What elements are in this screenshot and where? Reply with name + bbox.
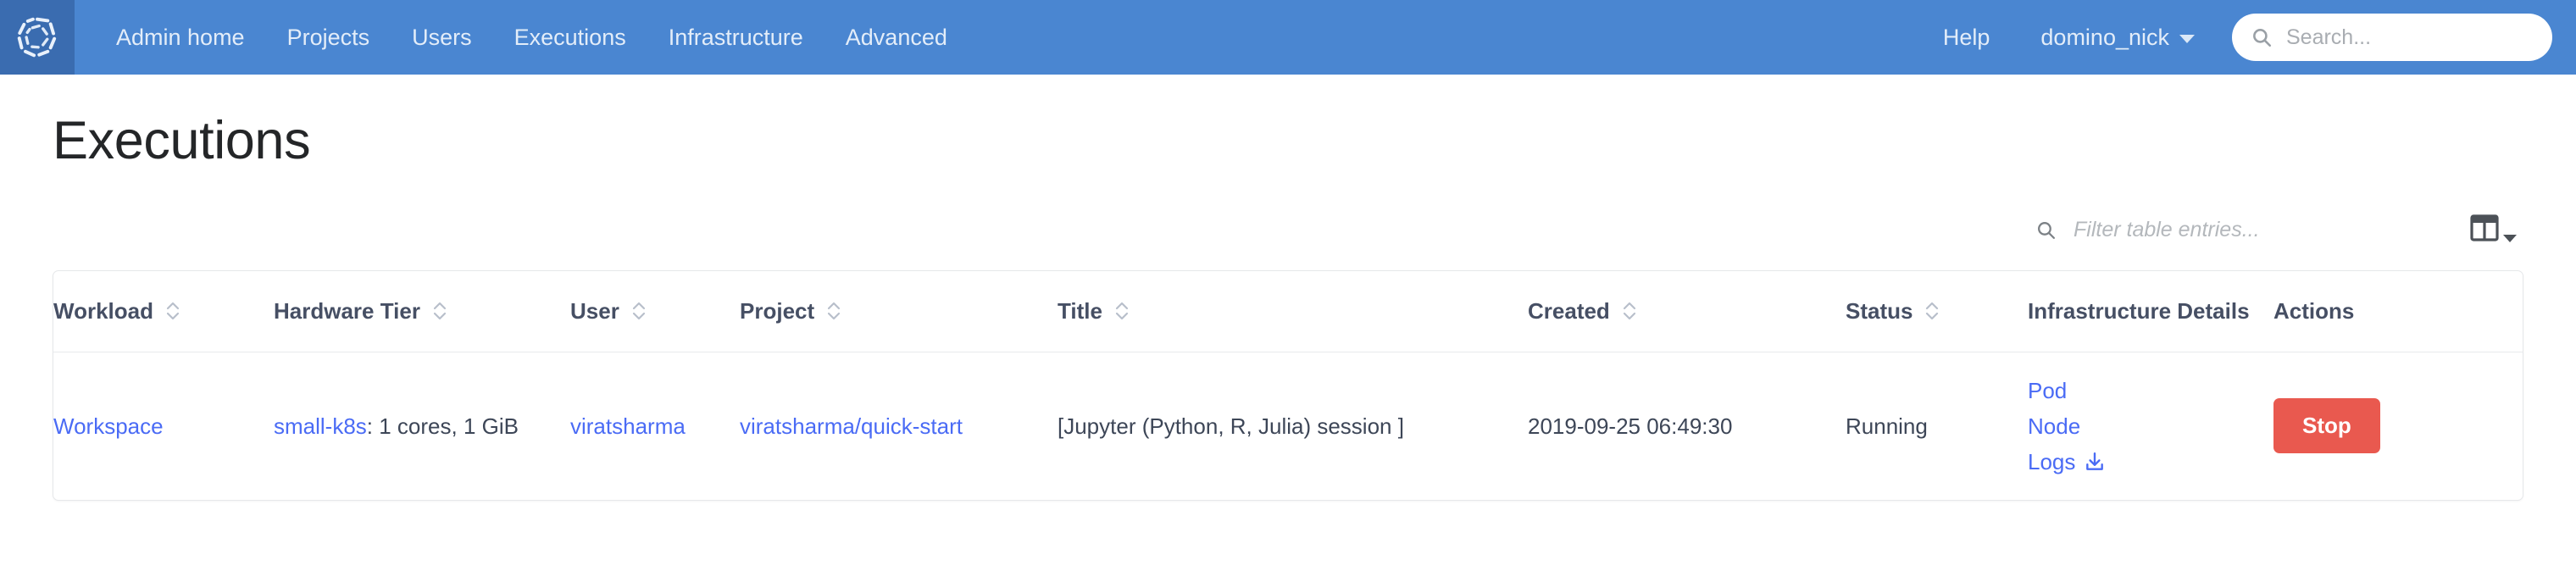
domino-logo[interactable]	[0, 0, 75, 75]
column-header-label: Infrastructure Details	[2028, 298, 2250, 325]
nav-executions[interactable]: Executions	[493, 0, 647, 75]
nav-admin-home[interactable]: Admin home	[95, 0, 266, 75]
nav-infrastructure[interactable]: Infrastructure	[647, 0, 824, 75]
column-header-label: Project	[740, 298, 815, 325]
column-header-label: Created	[1528, 298, 1610, 325]
column-header-infrastructure-details: Infrastructure Details	[2028, 271, 2273, 352]
column-header-status[interactable]: Status	[1846, 271, 2028, 352]
user-link[interactable]: viratsharma	[570, 413, 686, 439]
nav-advanced[interactable]: Advanced	[824, 0, 969, 75]
cell-created: 2019-09-25 06:49:30	[1528, 352, 1846, 500]
page-title: Executions	[53, 111, 311, 170]
top-navbar: Admin home Projects Users Executions Inf…	[0, 0, 2576, 75]
nav-users[interactable]: Users	[391, 0, 493, 75]
table-row: Workspace small-k8s: 1 cores, 1 GiB vira…	[53, 352, 2523, 500]
stop-button[interactable]: Stop	[2273, 398, 2380, 454]
download-icon	[2084, 451, 2106, 473]
cell-project: viratsharma/quick-start	[740, 352, 1058, 500]
domino-logo-icon	[17, 17, 57, 58]
cell-hardware-tier: small-k8s: 1 cores, 1 GiB	[274, 352, 570, 500]
table-body: Workspace small-k8s: 1 cores, 1 GiB vira…	[53, 352, 2523, 500]
cell-infrastructure-details: Pod Node Logs	[2028, 352, 2273, 500]
columns-icon	[2470, 214, 2499, 246]
project-link[interactable]: viratsharma/quick-start	[740, 413, 963, 439]
column-header-label: User	[570, 298, 619, 325]
column-header-workload[interactable]: Workload	[53, 271, 274, 352]
column-header-label: Hardware Tier	[274, 298, 420, 325]
filter-table-control[interactable]	[2035, 216, 2428, 243]
filter-table-input[interactable]	[2072, 216, 2428, 243]
column-header-user[interactable]: User	[570, 271, 740, 352]
search-icon	[2035, 219, 2057, 241]
search-input[interactable]	[2285, 24, 2534, 51]
sort-toggle-icon	[1621, 300, 1638, 322]
sort-toggle-icon	[1113, 300, 1130, 322]
cell-title: [Jupyter (Python, R, Julia) session ]	[1058, 352, 1528, 500]
sort-toggle-icon	[630, 300, 647, 322]
logs-link-label: Logs	[2028, 448, 2076, 474]
table-toolbar	[53, 204, 2523, 255]
column-header-project[interactable]: Project	[740, 271, 1058, 352]
node-link[interactable]: Node	[2028, 408, 2080, 444]
nav-help[interactable]: Help	[1918, 0, 2016, 75]
column-header-actions: Actions	[2273, 271, 2523, 352]
executions-table: Workload Hardware Tier User Project Titl…	[53, 271, 2523, 500]
cell-workload: Workspace	[53, 352, 274, 500]
sort-toggle-icon	[1924, 300, 1940, 322]
nav-projects[interactable]: Projects	[266, 0, 391, 75]
column-header-title[interactable]: Title	[1058, 271, 1528, 352]
cell-actions: Stop	[2273, 352, 2523, 500]
cell-status: Running	[1846, 352, 2028, 500]
chevron-down-icon	[2503, 234, 2517, 242]
sort-toggle-icon	[825, 300, 842, 322]
user-menu[interactable]: domino_nick	[2015, 25, 2212, 51]
sort-toggle-icon	[431, 300, 448, 322]
user-menu-label: domino_nick	[2040, 24, 2169, 50]
column-header-label: Workload	[53, 298, 153, 325]
column-header-label: Actions	[2273, 298, 2355, 325]
cell-user: viratsharma	[570, 352, 740, 500]
column-header-label: Status	[1846, 298, 1913, 325]
column-header-label: Title	[1058, 298, 1102, 325]
sort-toggle-icon	[164, 300, 181, 322]
global-search[interactable]	[2232, 14, 2552, 61]
column-header-created[interactable]: Created	[1528, 271, 1846, 352]
primary-nav: Admin home Projects Users Executions Inf…	[95, 0, 969, 75]
page-content: Executions Filter table entries... Workl…	[0, 111, 2576, 501]
pod-link[interactable]: Pod	[2028, 373, 2067, 408]
created-timestamp: 2019-09-25 06:49:30	[1528, 413, 1733, 439]
navbar-right: Help domino_nick	[1918, 0, 2576, 75]
executions-table-card: Workload Hardware Tier User Project Titl…	[53, 270, 2523, 501]
table-header: Workload Hardware Tier User Project Titl…	[53, 271, 2523, 352]
search-icon	[2251, 26, 2273, 48]
column-chooser-button[interactable]	[2465, 209, 2522, 251]
table-header-row: Workload Hardware Tier User Project Titl…	[53, 271, 2523, 352]
hardware-tier-detail: : 1 cores, 1 GiB	[366, 413, 519, 439]
column-header-hardware-tier[interactable]: Hardware Tier	[274, 271, 570, 352]
chevron-down-icon	[2179, 35, 2195, 43]
executions-page: Admin home Projects Users Executions Inf…	[0, 0, 2576, 588]
workload-link[interactable]: Workspace	[53, 413, 164, 439]
execution-title: [Jupyter (Python, R, Julia) session ]	[1058, 413, 1404, 439]
logs-link[interactable]: Logs	[2028, 444, 2106, 480]
infrastructure-links: Pod Node Logs	[2028, 373, 2273, 480]
status-badge: Running	[1846, 413, 1928, 439]
hardware-tier-link[interactable]: small-k8s	[274, 413, 367, 439]
